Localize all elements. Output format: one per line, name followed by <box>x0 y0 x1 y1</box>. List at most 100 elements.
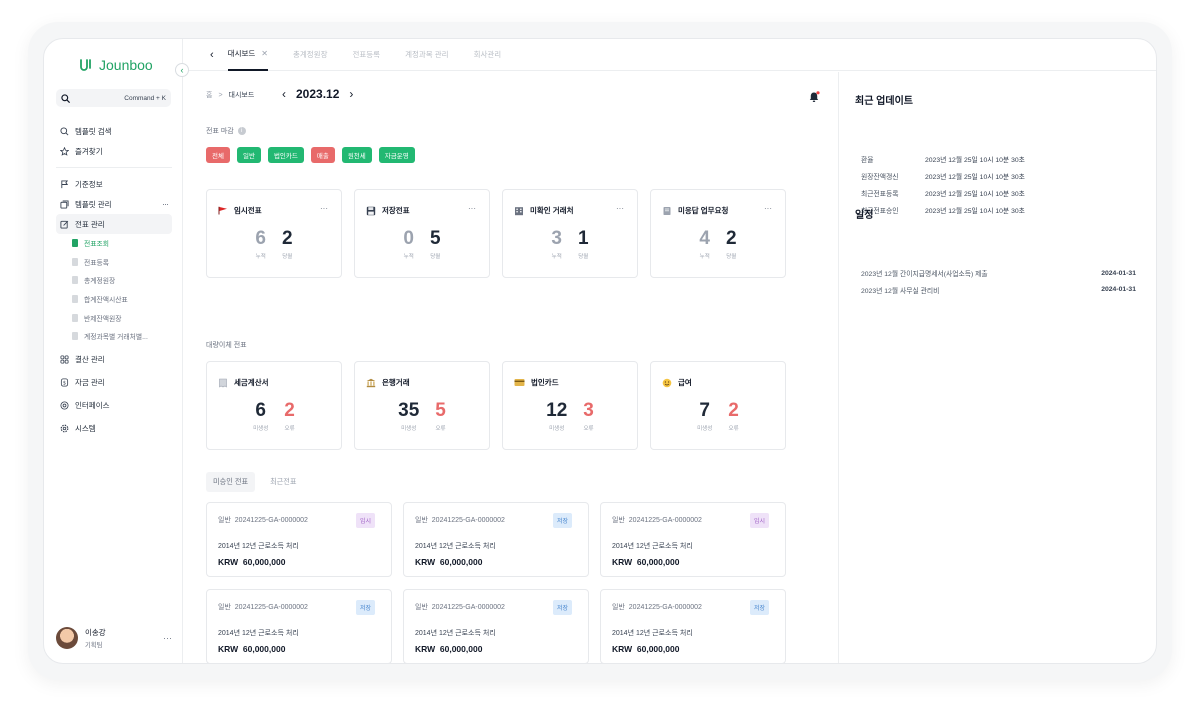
more-menu-icon[interactable]: ··· <box>163 633 172 643</box>
sidebar-item-funds[interactable]: $ 자금 관리 <box>56 373 172 393</box>
stat-card-unverified-partner[interactable]: 미확인 거래처 ··· 3 누적 1 당월 <box>502 189 638 278</box>
amount-value: 60,000,000 <box>439 557 483 567</box>
stat-value-cumulative: 6 <box>255 228 266 249</box>
tab-label: 회사관리 <box>473 50 502 59</box>
breadcrumb-home[interactable]: 홈 <box>206 90 212 100</box>
chip-withholding[interactable]: 원천세 <box>341 147 372 163</box>
sidebar-item-closing[interactable]: 결산 관리 <box>56 350 172 370</box>
more-menu-icon[interactable]: ··· <box>764 204 772 213</box>
tab-unapproved-vouchers[interactable]: 미승인 전표 <box>206 472 256 492</box>
voucher-card[interactable]: 일반 20241225-GA-0000002 저장 2014년 12년 근로소득… <box>403 589 589 663</box>
close-icon[interactable]: ✕ <box>261 49 268 58</box>
update-key: 원장잔액갱신 <box>861 173 899 181</box>
stat-label: 미생성 <box>253 426 269 432</box>
schedule-row[interactable]: 2023년 12월 간이지급명세서(사업소득) 제출 2024-01-31 <box>861 265 1136 282</box>
sidebar-subitem-account-partner[interactable]: 계정과목별 거래처별... <box>56 327 172 346</box>
star-icon <box>60 146 69 156</box>
chip-corporate-card[interactable]: 법인카드 <box>267 147 304 163</box>
sidebar-subitem-clearing-ledger[interactable]: 반제잔액원장 <box>56 308 172 327</box>
notification-bell-icon[interactable] <box>808 90 820 108</box>
voucher-number: 20241225-GA-0000002 <box>431 517 505 524</box>
search-input[interactable]: Command + K <box>56 89 171 107</box>
sidebar-item-favorites[interactable]: 즐겨찾기 <box>56 141 172 161</box>
tab-label: 계정과목 관리 <box>405 50 449 59</box>
stat-card-temp-voucher[interactable]: 임시전표 ··· 6 누적 2 당월 <box>206 189 342 278</box>
voucher-title: 2014년 12년 근로소득 처리 <box>612 630 693 637</box>
edit-icon <box>60 220 69 229</box>
voucher-title: 2014년 12년 근로소득 처리 <box>415 630 496 637</box>
tab-label: 총계정원장 <box>292 50 328 59</box>
stat-label: 오류 <box>728 426 739 432</box>
stat-label: 누적 <box>699 254 710 260</box>
amount-value: 60,000,000 <box>242 557 286 567</box>
stat-label: 미생성 <box>697 426 713 432</box>
voucher-number: 20241225-GA-0000002 <box>431 604 505 611</box>
stat-card-saved-voucher[interactable]: 저장전표 ··· 0 누적 5 당월 <box>354 189 490 278</box>
interface-icon <box>60 401 69 410</box>
status-badge: 저장 <box>749 600 769 615</box>
sidebar-subitem-label: 합계잔액시산표 <box>84 297 128 305</box>
money-icon: $ <box>60 378 69 387</box>
voucher-stat-cards: 임시전표 ··· 6 누적 2 당월 저장전표 ··· 0 누적 5 당월 미확인 거래… <box>206 189 786 278</box>
status-badge: 임시 <box>355 513 375 528</box>
more-menu-icon[interactable]: ··· <box>320 204 328 213</box>
voucher-card[interactable]: 일반 20241225-GA-0000002 임시 2014년 12년 근로소득… <box>206 502 392 577</box>
sidebar-subitem-trial-balance[interactable]: 합계잔액시산표 <box>56 290 172 309</box>
bulk-card-corporate-card[interactable]: 법인카드 12 미생성 3 오류 <box>502 361 638 450</box>
more-menu-icon[interactable]: ··· <box>468 204 476 213</box>
stat-label: 당월 <box>726 254 737 260</box>
chip-general[interactable]: 일반 <box>236 147 261 163</box>
user-profile[interactable]: 이송강 기획팀 ··· <box>56 627 172 649</box>
chip-fund-ops[interactable]: 자금운영 <box>378 147 415 163</box>
notebook-icon <box>663 206 671 215</box>
chevron-left-icon[interactable]: ‹ <box>210 49 214 61</box>
chip-sales[interactable]: 매출 <box>310 147 335 163</box>
stat-value-month: 5 <box>430 228 441 249</box>
sidebar-subitem-label: 전표조회 <box>84 241 110 249</box>
tab-general-ledger[interactable]: 총계정원장 <box>293 39 328 71</box>
info-icon[interactable]: i <box>237 127 246 135</box>
more-menu-icon[interactable]: ··· <box>162 199 169 209</box>
tab-company-manage[interactable]: 회사관리 <box>474 39 502 71</box>
more-menu-icon[interactable]: ··· <box>616 204 624 213</box>
sidebar-item-label: 시스템 <box>75 424 96 434</box>
stat-card-unanswered-request[interactable]: 미응답 업무요청 ··· 4 누적 2 당월 <box>650 189 786 278</box>
sidebar-item-system[interactable]: 시스템 <box>56 419 172 439</box>
sidebar-collapse-button[interactable]: ‹ <box>175 63 189 77</box>
voucher-card[interactable]: 일반 20241225-GA-0000002 저장 2014년 12년 근로소득… <box>600 589 786 663</box>
sidebar-item-voucher-manage[interactable]: 전표 관리 <box>56 214 172 234</box>
voucher-type: 일반 <box>415 517 428 524</box>
sidebar-subitem-voucher-view[interactable]: 전표조회 <box>56 234 172 253</box>
bulk-card-bank[interactable]: 은행거래 35 미생성 5 오류 <box>354 361 490 450</box>
schedule-date: 2024-01-31 <box>1101 269 1136 277</box>
bulk-card-payroll[interactable]: 급여 7 미생성 2 오류 <box>650 361 786 450</box>
bulk-card-tax-invoice[interactable]: 세금계산서 6 미생성 2 오류 <box>206 361 342 450</box>
template-icon <box>60 199 69 209</box>
schedule-row[interactable]: 2023년 12월 사무실 관리비 2024-01-31 <box>861 282 1136 299</box>
sidebar-item-base-info[interactable]: 기준정보 <box>56 174 172 194</box>
chip-all[interactable]: 전체 <box>206 147 230 163</box>
chevron-right-icon[interactable]: › <box>349 87 353 101</box>
sidebar-item-template-manage[interactable]: 템플릿 관리 ··· <box>56 194 172 214</box>
schedule-text: 2023년 12월 사무실 관리비 <box>861 287 940 295</box>
tab-recent-vouchers[interactable]: 최근전표 <box>263 472 303 492</box>
stat-label: 당월 <box>578 254 589 260</box>
voucher-card[interactable]: 일반 20241225-GA-0000002 임시 2014년 12년 근로소득… <box>600 502 786 577</box>
voucher-code: 일반 20241225-GA-0000002 <box>218 602 308 612</box>
sidebar-item-template-search[interactable]: 템플릿 검색 <box>56 121 172 141</box>
stat-label: 당월 <box>430 254 441 260</box>
tab-voucher-register[interactable]: 전표등록 <box>352 39 380 71</box>
voucher-number: 20241225-GA-0000002 <box>628 517 702 524</box>
document-icon <box>72 239 78 248</box>
sidebar-subitem-voucher-register[interactable]: 전표등록 <box>56 253 172 272</box>
chevron-left-icon[interactable]: ‹ <box>282 87 286 101</box>
voucher-card[interactable]: 일반 20241225-GA-0000002 저장 2014년 12년 근로소득… <box>206 589 392 663</box>
voucher-card[interactable]: 일반 20241225-GA-0000002 저장 2014년 12년 근로소득… <box>403 502 589 577</box>
tab-account-manage[interactable]: 계정과목 관리 <box>405 39 448 71</box>
sidebar-item-interface[interactable]: 인터페이스 <box>56 396 172 416</box>
app-logo[interactable]: Jounboo <box>78 57 153 73</box>
period-selector: ‹ 2023.12 › <box>282 87 353 101</box>
sidebar-subitem-general-ledger[interactable]: 총계정원장 <box>56 271 172 290</box>
update-row: 환율 2023년 12월 25일 10시 10분 30초 <box>861 150 1025 167</box>
tab-dashboard[interactable]: 대시보드 ✕ <box>227 39 268 71</box>
